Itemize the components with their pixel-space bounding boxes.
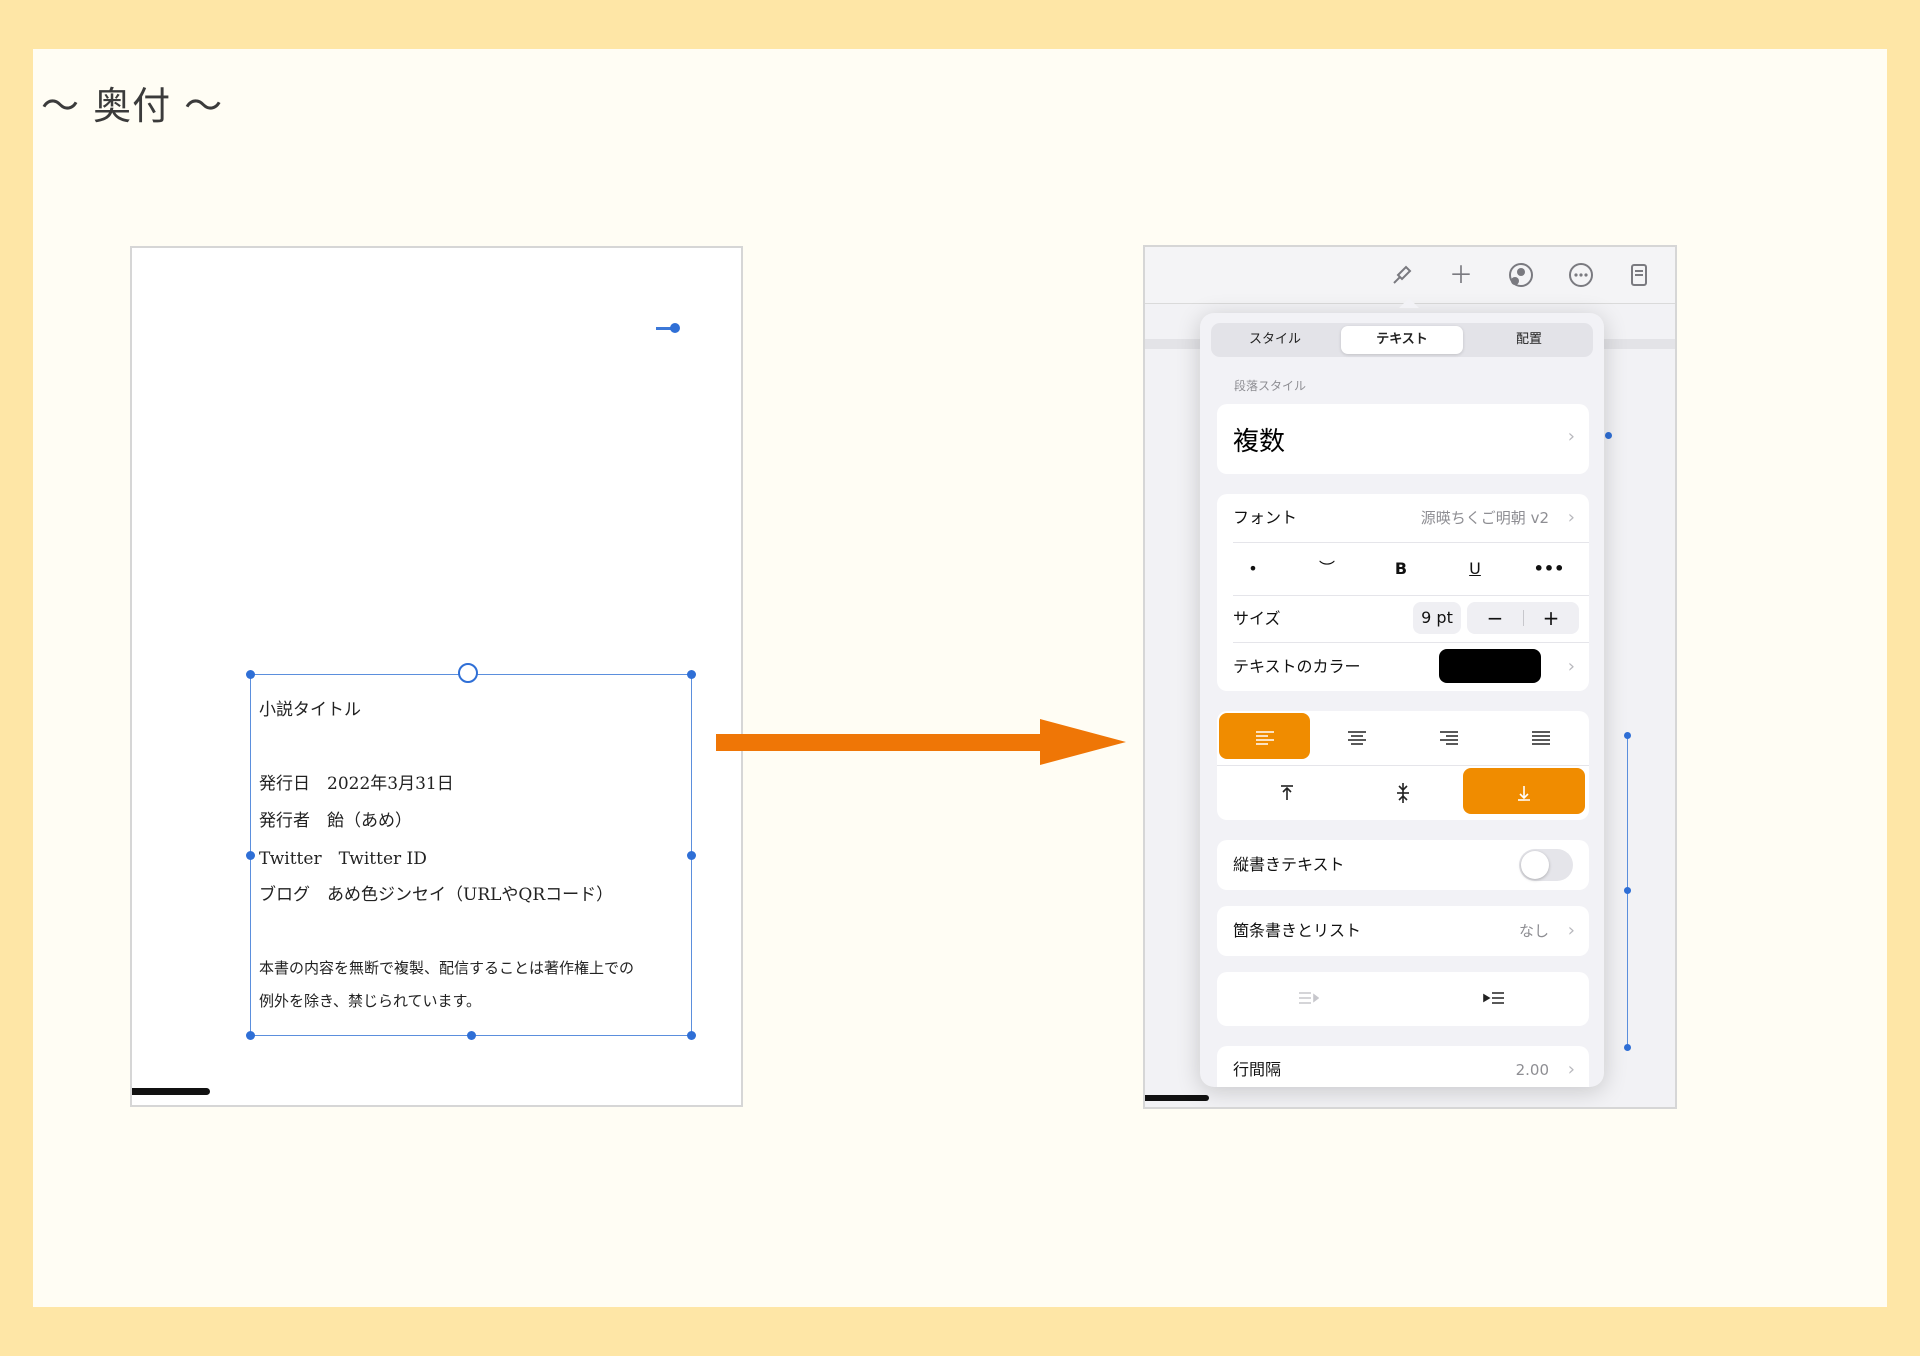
line-spacing-label: 行間隔 <box>1233 1060 1282 1079</box>
selection-handle[interactable] <box>1605 432 1612 439</box>
collaborate-icon[interactable] <box>1507 261 1535 289</box>
align-right-button[interactable] <box>1403 713 1494 759</box>
line-spacing-row[interactable]: 行間隔 2.00 › <box>1217 1046 1589 1087</box>
valign-bottom-button[interactable] <box>1463 768 1585 814</box>
colophon-notice-line2: 例外を除き、禁じられています。 <box>259 992 482 1010</box>
home-indicator <box>1145 1095 1209 1101</box>
paintbrush-icon[interactable] <box>1388 261 1416 289</box>
resize-handle-left[interactable] <box>246 851 255 860</box>
chevron-right-icon: › <box>1567 656 1575 677</box>
popover-pointer <box>1399 298 1419 308</box>
colophon-notice-line1: 本書の内容を無断で複製、配信することは著作権上での <box>259 959 635 977</box>
alignment-card <box>1217 711 1589 820</box>
indent-row <box>1217 972 1589 1026</box>
page-heading: 〜 奥付 〜 <box>41 84 224 128</box>
resize-handle-bottom-right[interactable] <box>687 1031 696 1040</box>
size-increase-button[interactable]: + <box>1523 602 1579 634</box>
colophon-date: 発行日 2022年3月31日 <box>259 774 454 794</box>
format-emphasis-button[interactable]: ︶ <box>1291 543 1363 595</box>
arrow-right-icon <box>716 719 1126 765</box>
scroll-indicator-dot <box>670 323 680 333</box>
bullets-row-inner: 箇条書きとリスト なし › <box>1217 906 1589 956</box>
tab-arrange[interactable]: 配置 <box>1468 326 1590 354</box>
line-spacing-value: 2.00 <box>1515 1061 1549 1079</box>
bold-button[interactable]: B <box>1365 543 1437 595</box>
chevron-right-icon: › <box>1567 507 1575 528</box>
text-color-row[interactable]: テキストのカラー › <box>1217 643 1589 691</box>
colophon-publisher: 発行者 飴（あめ） <box>259 811 412 831</box>
decrease-indent-icon[interactable] <box>1297 989 1320 1013</box>
text-color-swatch[interactable] <box>1439 649 1541 683</box>
selected-text-box[interactable]: 小説タイトル 発行日 2022年3月31日 発行者 飴（あめ） Twitter … <box>246 663 696 1040</box>
font-card: フォント 源暎ちくご明朝 v2 › • ︶ B U ••• サイズ 9 pt −… <box>1217 494 1589 691</box>
bullets-value: なし <box>1518 922 1549 940</box>
valign-top-button[interactable] <box>1237 768 1337 814</box>
tab-text[interactable]: テキスト <box>1341 326 1463 354</box>
colophon-twitter: Twitter Twitter ID <box>259 849 427 869</box>
more-format-button[interactable]: ••• <box>1513 543 1585 595</box>
bullets-row[interactable]: 箇条書きとリスト なし › <box>1217 906 1589 956</box>
toolbar: ＋ <box>1145 247 1675 304</box>
font-label: フォント <box>1233 508 1298 527</box>
selection-handle[interactable] <box>1624 732 1631 739</box>
size-stepper: − + <box>1467 602 1579 634</box>
colophon-blog: ブログ あめ色ジンセイ（URLやQRコード） <box>259 885 614 905</box>
chevron-right-icon: › <box>1567 1059 1575 1080</box>
resize-handle-top-left[interactable] <box>246 670 255 679</box>
document-icon[interactable] <box>1625 261 1653 289</box>
align-justify-button[interactable] <box>1495 713 1586 759</box>
size-value[interactable]: 9 pt <box>1413 602 1461 634</box>
format-bullet-button[interactable]: • <box>1217 543 1289 595</box>
paragraph-style-row[interactable]: 複数 › <box>1217 404 1589 474</box>
document-page-preview: 小説タイトル 発行日 2022年3月31日 発行者 飴（あめ） Twitter … <box>130 246 743 1107</box>
format-tabs: スタイル テキスト 配置 <box>1211 323 1593 357</box>
plus-icon[interactable]: ＋ <box>1447 261 1475 289</box>
rotate-handle[interactable] <box>458 663 478 683</box>
font-row[interactable]: フォント 源暎ちくご明朝 v2 › <box>1217 494 1589 542</box>
selection-handle[interactable] <box>1624 1044 1631 1051</box>
tab-style[interactable]: スタイル <box>1214 326 1336 354</box>
format-popover: スタイル テキスト 配置 段落スタイル 複数 › フォント 源暎ちくご明朝 v2… <box>1200 313 1604 1087</box>
vertical-text-row: 縦書きテキスト <box>1217 840 1589 890</box>
line-spacing-row-inner: 行間隔 2.00 › <box>1217 1046 1589 1087</box>
chevron-right-icon: › <box>1567 920 1575 941</box>
format-buttons-row: • ︶ B U ••• <box>1217 543 1589 595</box>
align-left-button[interactable] <box>1219 713 1310 759</box>
home-indicator <box>132 1088 210 1095</box>
increase-indent-icon[interactable] <box>1483 989 1505 1013</box>
selection-handle[interactable] <box>1624 887 1631 894</box>
size-row: サイズ 9 pt − + <box>1217 596 1589 642</box>
resize-handle-bottom[interactable] <box>467 1031 476 1040</box>
vertical-text-toggle[interactable] <box>1519 849 1573 881</box>
colophon-title: 小説タイトル <box>259 700 361 720</box>
more-icon[interactable] <box>1567 261 1595 289</box>
ipad-screen: ＋ スタイル テキスト 配置 段落スタイル 複数 › フォント 源暎ちくご明朝 … <box>1143 245 1677 1109</box>
paragraph-style-label: 段落スタイル <box>1234 379 1307 393</box>
size-decrease-button[interactable]: − <box>1467 602 1523 634</box>
resize-handle-right[interactable] <box>687 851 696 860</box>
underline-button[interactable]: U <box>1439 543 1511 595</box>
vertical-text-row-inner: 縦書きテキスト <box>1217 840 1589 890</box>
toggle-knob <box>1521 851 1549 879</box>
align-center-button[interactable] <box>1311 713 1402 759</box>
valign-middle-button[interactable] <box>1353 768 1453 814</box>
chevron-right-icon: › <box>1567 426 1575 447</box>
bullets-label: 箇条書きとリスト <box>1233 921 1362 940</box>
font-value: 源暎ちくご明朝 v2 <box>1420 509 1549 527</box>
size-label: サイズ <box>1233 609 1281 628</box>
paragraph-style-value: 複数 <box>1233 427 1286 457</box>
resize-handle-bottom-left[interactable] <box>246 1031 255 1040</box>
text-color-label: テキストのカラー <box>1233 657 1361 676</box>
separator <box>1217 765 1589 766</box>
resize-handle-top-right[interactable] <box>687 670 696 679</box>
vertical-text-label: 縦書きテキスト <box>1233 855 1345 874</box>
